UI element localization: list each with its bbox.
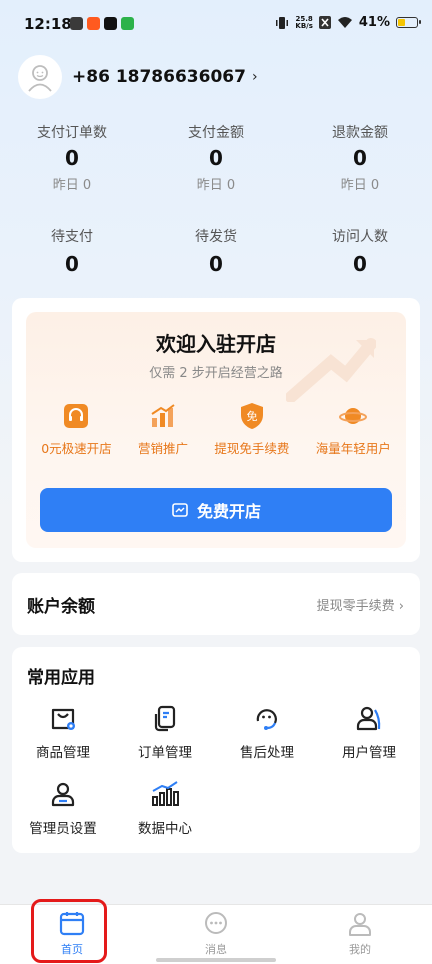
wifi-icon (337, 17, 352, 28)
notification-icons (70, 17, 134, 30)
status-time: 12:18 (24, 15, 72, 33)
avatar-placeholder-icon (28, 65, 52, 92)
status-bar: 12:18 25.8 KB/s 41% (0, 0, 432, 50)
feature-label: 海量年轻用户 (315, 441, 391, 456)
tab-label: 消息 (205, 943, 227, 956)
tab-messages[interactable]: 消息 (144, 905, 288, 964)
welcome-title: 欢迎入驻开店 (156, 332, 276, 356)
app-label: 订单管理 (138, 745, 192, 761)
user-icon (354, 703, 384, 733)
stat-value: 0 (209, 252, 223, 276)
open-store-button[interactable]: 免费开店 (40, 488, 392, 532)
feature-list: 0元极速开店 营销推广 免 提现免手续费 海量年轻用户 (26, 402, 406, 457)
stats-grid: 支付订单数 0 昨日 0 支付金额 0 昨日 0 退款金额 0 昨日 0 待支付… (0, 118, 432, 300)
app-label: 管理员设置 (29, 821, 97, 837)
tab-mine[interactable]: 我的 (288, 905, 432, 964)
feature-label: 0元极速开店 (41, 441, 112, 456)
stat-refund-amount[interactable]: 退款金额 0 昨日 0 (288, 118, 432, 196)
tab-home[interactable]: 首页 (0, 905, 144, 964)
welcome-subtitle: 仅需 2 步开启经营之路 (149, 366, 283, 381)
sim-x-icon (318, 16, 331, 29)
app-notification-icon (70, 17, 83, 30)
data-icon (150, 779, 180, 809)
app-user-management[interactable]: 用户管理 (318, 703, 420, 761)
stat-yesterday: 昨日 0 (196, 178, 236, 193)
free-badge-text: 免 (246, 409, 257, 423)
stat-value: 0 (353, 146, 367, 170)
balance-title: 账户余额 (27, 596, 95, 617)
stat-yesterday: 昨日 0 (52, 178, 92, 193)
stat-label: 访问人数 (332, 229, 388, 245)
admin-icon (48, 779, 78, 809)
feature-free-withdraw: 免 提现免手续费 (214, 402, 289, 457)
headset-icon (62, 402, 90, 430)
chevron-right-icon[interactable]: › (252, 69, 258, 85)
network-speed-unit: KB/s (295, 21, 313, 30)
app-after-sales[interactable]: 售后处理 (216, 703, 318, 761)
planet-icon (339, 402, 368, 430)
message-icon (205, 912, 227, 934)
open-store-label: 免费开店 (196, 502, 261, 521)
order-icon (150, 703, 180, 733)
battery-percent: 41% (358, 15, 390, 30)
common-apps-card: 常用应用 商品管理 订单管理 售后处理 用户管理 管理员设置 数据中心 (12, 647, 420, 853)
welcome-banner: 欢迎入驻开店 仅需 2 步开启经营之路 0元极速开店 营销推广 免 提现免手续费 (26, 312, 406, 548)
stat-paid-amount[interactable]: 支付金额 0 昨日 0 (144, 118, 288, 196)
network-speed: 25.8 KB/s (295, 15, 313, 30)
profile-header[interactable]: +86 18786636067 › (18, 55, 258, 99)
free-badge-icon: 免 (238, 402, 266, 430)
apps-grid: 商品管理 订单管理 售后处理 用户管理 管理员设置 数据中心 (12, 703, 420, 837)
phone-number[interactable]: +86 18786636067 (72, 67, 246, 87)
feature-fast-open: 0元极速开店 (41, 402, 112, 457)
stat-label: 支付金额 (188, 125, 244, 141)
chart-icon (149, 402, 177, 430)
stat-label: 退款金额 (332, 125, 388, 141)
avatar[interactable] (18, 55, 62, 99)
stat-value: 0 (65, 146, 79, 170)
feature-label: 提现免手续费 (214, 441, 290, 456)
profile-icon (349, 913, 371, 936)
feature-marketing: 营销推广 (138, 402, 188, 457)
tiktok-notification-icon (104, 17, 117, 30)
wechat-notification-icon (121, 17, 134, 30)
tab-label: 首页 (61, 943, 83, 956)
app-label: 用户管理 (342, 745, 396, 761)
stat-label: 待发货 (195, 229, 237, 245)
withdraw-link[interactable]: 提现零手续费 › (317, 595, 404, 614)
app-label: 售后处理 (240, 745, 294, 761)
home-icon (59, 912, 85, 936)
app-admin-settings[interactable]: 管理员设置 (12, 779, 114, 837)
vibrate-icon (276, 16, 289, 29)
tab-label: 我的 (349, 943, 371, 956)
stat-label: 待支付 (51, 229, 93, 245)
stat-paid-orders[interactable]: 支付订单数 0 昨日 0 (0, 118, 144, 196)
app-order-management[interactable]: 订单管理 (114, 703, 216, 761)
apps-title: 常用应用 (27, 668, 95, 688)
service-icon (252, 703, 282, 733)
stat-value: 0 (209, 146, 223, 170)
stat-yesterday: 昨日 0 (340, 178, 380, 193)
store-icon (172, 503, 188, 517)
battery-icon (396, 17, 421, 28)
app-data-center[interactable]: 数据中心 (114, 779, 216, 837)
stat-pending-shipment[interactable]: 待发货 0 (144, 222, 288, 300)
bag-icon (48, 703, 78, 733)
stat-label: 支付订单数 (37, 125, 107, 141)
balance-card[interactable]: 账户余额 提现零手续费 › (12, 573, 420, 635)
stat-visitors[interactable]: 访问人数 0 (288, 222, 432, 300)
app-product-management[interactable]: 商品管理 (12, 703, 114, 761)
app-label: 商品管理 (36, 745, 90, 761)
taobao-notification-icon (87, 17, 100, 30)
welcome-card: 欢迎入驻开店 仅需 2 步开启经营之路 0元极速开店 营销推广 免 提现免手续费 (12, 298, 420, 562)
feature-young-users: 海量年轻用户 (316, 402, 391, 457)
bottom-tab-bar: 首页 消息 我的 (0, 904, 432, 964)
feature-label: 营销推广 (138, 441, 189, 456)
stat-value: 0 (353, 252, 367, 276)
home-indicator[interactable] (156, 958, 276, 962)
app-label: 数据中心 (138, 821, 192, 837)
stat-pending-payment[interactable]: 待支付 0 (0, 222, 144, 300)
stat-value: 0 (65, 252, 79, 276)
status-indicators: 25.8 KB/s 41% (275, 15, 421, 30)
